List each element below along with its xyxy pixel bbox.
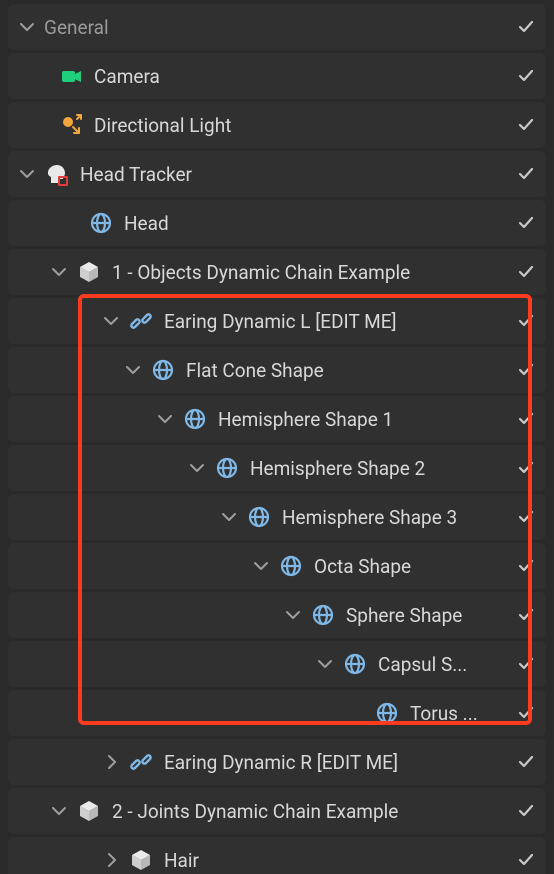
tree-label: Hemisphere Shape 2 xyxy=(250,457,546,480)
tree-label: Camera xyxy=(94,65,546,88)
cube-icon xyxy=(126,845,156,874)
cube-icon xyxy=(74,796,104,826)
link-icon xyxy=(126,306,156,336)
link-icon xyxy=(126,747,156,777)
light-icon xyxy=(56,110,86,140)
tree-label: Hair xyxy=(164,849,546,872)
chevron-down-icon xyxy=(188,459,206,477)
tree-row-head-tracker[interactable]: Head Tracker xyxy=(8,151,546,197)
tree-label: Head xyxy=(124,212,546,235)
tree-row-octa[interactable]: Octa Shape xyxy=(8,543,546,589)
visibility-check[interactable] xyxy=(514,494,538,540)
tree-label: Flat Cone Shape xyxy=(186,359,546,382)
chevron-down-icon xyxy=(102,312,120,330)
tree-row-camera[interactable]: Camera xyxy=(8,53,546,99)
visibility-check[interactable] xyxy=(514,396,538,442)
chevron-down-icon xyxy=(156,410,174,428)
visibility-check[interactable] xyxy=(514,151,538,197)
visibility-check[interactable] xyxy=(514,445,538,491)
chevron-down-icon xyxy=(50,263,68,281)
tree-label: Hemisphere Shape 3 xyxy=(282,506,546,529)
camera-icon xyxy=(56,61,86,91)
visibility-check[interactable] xyxy=(514,788,538,834)
globe-icon xyxy=(244,502,274,532)
visibility-check[interactable] xyxy=(514,592,538,638)
visibility-check[interactable] xyxy=(514,641,538,687)
tree-label: 1 - Objects Dynamic Chain Example xyxy=(112,261,546,284)
hierarchy-panel: General Camera Directional Light Head Tr… xyxy=(0,0,554,874)
tree-label: Hemisphere Shape 1 xyxy=(218,408,546,431)
tree-row-hemi2[interactable]: Hemisphere Shape 2 xyxy=(8,445,546,491)
globe-icon xyxy=(86,208,116,238)
tree-row-sphere[interactable]: Sphere Shape xyxy=(8,592,546,638)
chevron-right-icon xyxy=(102,753,120,771)
tree-row-hemi1[interactable]: Hemisphere Shape 1 xyxy=(8,396,546,442)
chevron-down-icon xyxy=(316,655,334,673)
chevron-down-icon xyxy=(50,802,68,820)
tree-row-hair[interactable]: Hair xyxy=(8,837,546,874)
globe-icon xyxy=(372,698,402,728)
head-tracker-icon xyxy=(42,159,72,189)
globe-icon xyxy=(340,649,370,679)
tree-row-general[interactable]: General xyxy=(8,4,546,50)
visibility-check[interactable] xyxy=(514,53,538,99)
tree-label: Head Tracker xyxy=(80,163,546,186)
tree-row-torus[interactable]: Torus ... xyxy=(8,690,546,736)
globe-icon xyxy=(180,404,210,434)
globe-icon xyxy=(148,355,178,385)
tree-row-joints-example[interactable]: 2 - Joints Dynamic Chain Example xyxy=(8,788,546,834)
tree-label: Earing Dynamic L [EDIT ME] xyxy=(164,310,546,333)
globe-icon xyxy=(308,600,338,630)
chevron-down-icon xyxy=(220,508,238,526)
tree-row-capsule[interactable]: Capsul S... xyxy=(8,641,546,687)
visibility-check[interactable] xyxy=(514,249,538,295)
cube-icon xyxy=(74,257,104,287)
tree-row-directional-light[interactable]: Directional Light xyxy=(8,102,546,148)
visibility-check[interactable] xyxy=(514,347,538,393)
chevron-down-icon xyxy=(284,606,302,624)
chevron-down-icon xyxy=(18,165,36,183)
tree-row-head[interactable]: Head xyxy=(8,200,546,246)
visibility-check[interactable] xyxy=(514,739,538,785)
tree-row-earing-l[interactable]: Earing Dynamic L [EDIT ME] xyxy=(8,298,546,344)
tree-label: 2 - Joints Dynamic Chain Example xyxy=(112,800,546,823)
tree-row-objects-example[interactable]: 1 - Objects Dynamic Chain Example xyxy=(8,249,546,295)
tree-row-earing-r[interactable]: Earing Dynamic R [EDIT ME] xyxy=(8,739,546,785)
tree-label: Directional Light xyxy=(94,114,546,137)
globe-icon xyxy=(212,453,242,483)
visibility-check[interactable] xyxy=(514,837,538,874)
visibility-check[interactable] xyxy=(514,200,538,246)
chevron-down-icon xyxy=(124,361,142,379)
visibility-check[interactable] xyxy=(514,102,538,148)
tree-label: Earing Dynamic R [EDIT ME] xyxy=(164,751,546,774)
visibility-check[interactable] xyxy=(514,690,538,736)
visibility-check[interactable] xyxy=(514,543,538,589)
chevron-right-icon xyxy=(102,851,120,869)
visibility-check[interactable] xyxy=(514,298,538,344)
tree-label: General xyxy=(44,16,546,39)
tree-row-flat-cone[interactable]: Flat Cone Shape xyxy=(8,347,546,393)
chevron-down-icon xyxy=(252,557,270,575)
visibility-check[interactable] xyxy=(514,4,538,50)
tree-row-hemi3[interactable]: Hemisphere Shape 3 xyxy=(8,494,546,540)
chevron-down-icon xyxy=(18,18,36,36)
tree-label: Octa Shape xyxy=(314,555,546,578)
globe-icon xyxy=(276,551,306,581)
